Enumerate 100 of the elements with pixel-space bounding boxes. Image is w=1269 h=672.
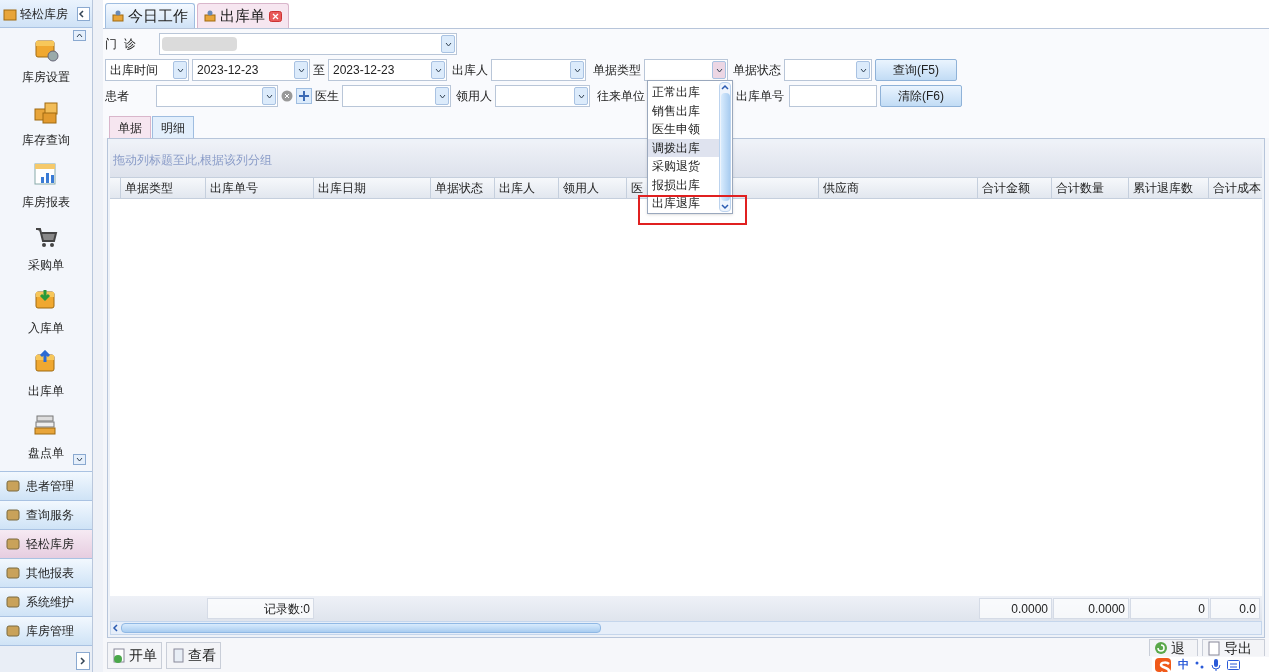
field-label: 至 xyxy=(313,62,325,79)
chevron-down-icon xyxy=(434,67,442,73)
column-header: 出库单号 xyxy=(206,178,314,198)
module-button[interactable]: 入库单 xyxy=(6,282,86,346)
nav-item[interactable]: 其他报表 xyxy=(0,559,92,588)
toolbar-button[interactable]: 退 xyxy=(1149,639,1198,656)
chevron-down-icon xyxy=(859,67,867,73)
doctor-dropdown[interactable] xyxy=(342,85,451,107)
column-header: 供应商 xyxy=(819,178,978,198)
sub-tab[interactable]: 明细 xyxy=(152,116,194,138)
chevron-down-icon xyxy=(721,203,729,211)
tab[interactable]: 今日工作 xyxy=(105,3,195,28)
horizontal-scrollbar[interactable] xyxy=(110,621,1262,635)
ime-mode-label[interactable]: 中 xyxy=(1178,658,1189,671)
chevron-right-icon xyxy=(80,657,86,665)
field-label: 门 诊 xyxy=(105,36,137,53)
nav-item[interactable]: 轻松库房 xyxy=(0,530,92,559)
field-label: 领用人 xyxy=(456,88,492,105)
doc-type-dropdown[interactable] xyxy=(644,59,728,81)
module-button[interactable]: 采购单 xyxy=(6,220,86,283)
date-field[interactable]: 2023-12-23 xyxy=(192,59,310,81)
summary-cell: 0 xyxy=(1130,598,1209,619)
field-label: 医生 xyxy=(315,88,339,105)
tray-icon xyxy=(204,10,216,22)
dropdown-option[interactable]: 采购退货 xyxy=(648,157,719,176)
toolbar-button[interactable]: 导出 xyxy=(1202,639,1265,656)
summary-cell: 0.0000 xyxy=(979,598,1052,619)
vertical-scrollbar[interactable] xyxy=(719,82,731,212)
column-header: 累计退库数 xyxy=(1129,178,1209,198)
column-header: 合计数量 xyxy=(1052,178,1129,198)
field-label: 单据状态 xyxy=(733,62,781,79)
dropdown-option[interactable]: 销售出库 xyxy=(648,101,719,121)
chevron-down-icon xyxy=(715,67,723,73)
column-header: 出库日期 xyxy=(314,178,431,198)
nav-item[interactable]: 库房管理 xyxy=(0,617,92,646)
chevron-left-icon xyxy=(78,9,85,18)
column-header: 出库人 xyxy=(495,178,559,198)
scroll-up-button[interactable] xyxy=(73,30,86,41)
column-header: 单据类型 xyxy=(121,178,206,198)
nav-item[interactable]: 患者管理 xyxy=(0,472,92,501)
collapse-button[interactable] xyxy=(77,6,90,21)
field-label: 出库人 xyxy=(452,62,488,79)
clear-icon xyxy=(281,90,293,102)
box-icon xyxy=(6,537,20,551)
doc-icon xyxy=(171,647,185,663)
chevron-up-icon xyxy=(76,33,83,38)
column-header: 单据状态 xyxy=(431,178,495,198)
person-icon xyxy=(112,10,124,22)
clinic-dropdown[interactable] xyxy=(159,33,457,55)
scroll-down-button[interactable] xyxy=(73,454,86,465)
chevron-down-icon xyxy=(438,93,446,99)
receiver-dropdown[interactable] xyxy=(495,85,590,107)
field-label: 单据类型 xyxy=(593,62,641,79)
nav-item[interactable]: 系统维护 xyxy=(0,588,92,617)
chevron-down-icon xyxy=(176,67,184,73)
column-header: 合计金额 xyxy=(978,178,1052,198)
dropdown-option[interactable]: 医生申领 xyxy=(648,120,719,139)
chevron-down-icon xyxy=(577,93,585,99)
refresh-icon xyxy=(1154,640,1168,656)
toolbar-button[interactable]: 开单 xyxy=(107,641,162,669)
summary-cell: 0.0 xyxy=(1210,598,1260,619)
sub-tab[interactable]: 单据 xyxy=(109,116,151,138)
toolbar-button[interactable]: 查看 xyxy=(166,641,221,669)
chevron-left-icon xyxy=(111,623,121,633)
time-type-dropdown[interactable]: 出库时间 xyxy=(105,59,189,81)
dropdown-option[interactable]: 正常出库 xyxy=(648,83,719,102)
dropdown-field[interactable] xyxy=(784,59,872,81)
dropdown-field[interactable] xyxy=(491,59,586,81)
expand-button[interactable] xyxy=(76,652,90,670)
action-button[interactable]: 查询(F5) xyxy=(875,59,957,81)
add-doc-icon xyxy=(112,647,126,663)
chevron-down-icon xyxy=(573,67,581,73)
date-field[interactable]: 2023-12-23 xyxy=(328,59,447,81)
chevron-down-icon xyxy=(76,457,83,462)
keyboard-icon xyxy=(1227,659,1240,670)
chevron-up-icon xyxy=(721,83,729,91)
tab[interactable]: 出库单 xyxy=(197,3,289,28)
column-header: 领用人 xyxy=(559,178,627,198)
chart-icon xyxy=(33,161,59,188)
field-label: 出库单号 xyxy=(736,88,784,105)
scrollbar-thumb[interactable] xyxy=(720,93,730,201)
text-field[interactable] xyxy=(789,85,877,107)
scrollbar-thumb[interactable] xyxy=(121,623,601,633)
close-icon[interactable] xyxy=(269,10,282,22)
summary-cell: 0.0000 xyxy=(1053,598,1129,619)
punctuation-icon xyxy=(1195,659,1205,670)
module-button[interactable]: 出库单 xyxy=(6,345,86,409)
summary-cell: 记录数:0 xyxy=(207,598,314,619)
field-label: 患者 xyxy=(105,88,130,105)
module-button[interactable]: 库房报表 xyxy=(6,157,86,221)
sidebar-title: 轻松库房 xyxy=(20,5,69,23)
module-button[interactable]: 库存查询 xyxy=(6,94,86,158)
chevron-down-icon xyxy=(297,67,305,73)
module-button[interactable]: 盘点单 xyxy=(6,408,86,472)
action-button[interactable]: 清除(F6) xyxy=(880,85,962,107)
microphone-icon xyxy=(1211,658,1221,671)
dropdown-option[interactable]: 调拨出库 xyxy=(648,138,719,158)
field-label: 往来单位 xyxy=(597,88,645,105)
nav-item[interactable]: 查询服务 xyxy=(0,501,92,530)
patient-dropdown[interactable] xyxy=(156,85,278,107)
